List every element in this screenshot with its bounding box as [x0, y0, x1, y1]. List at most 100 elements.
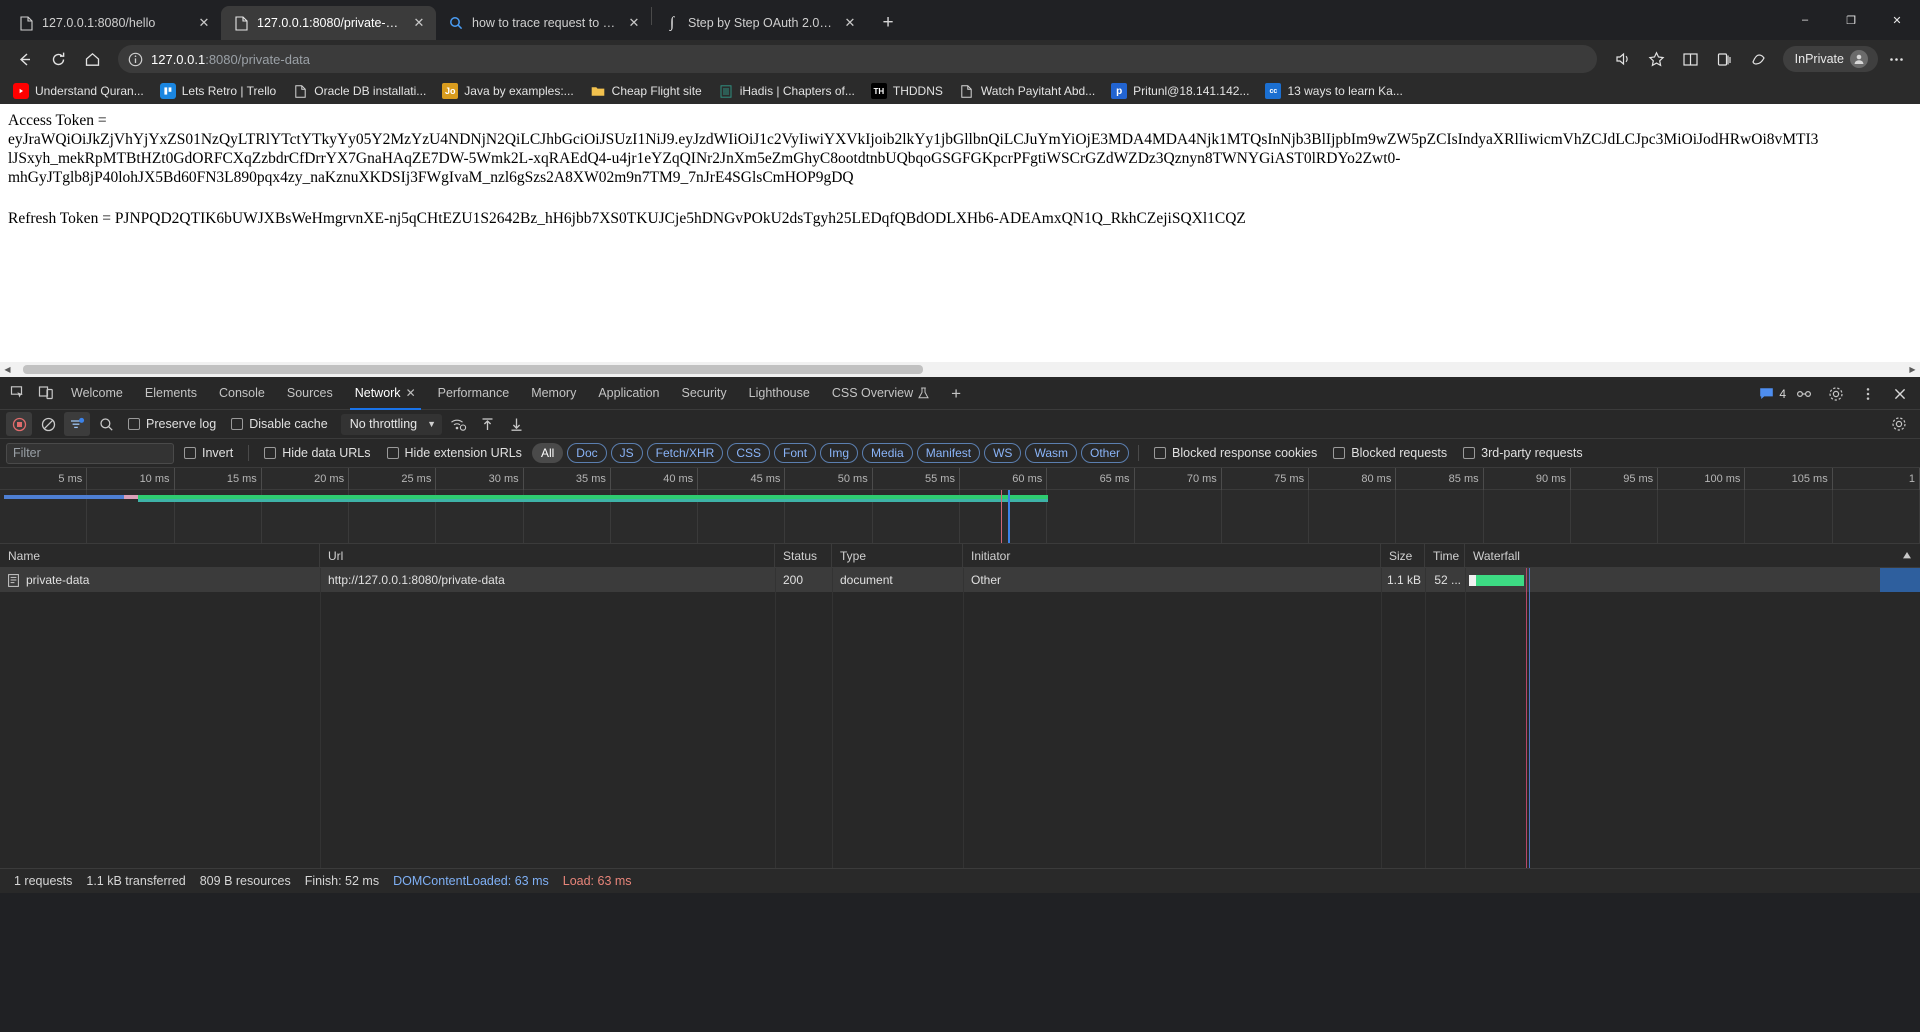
issues-counter[interactable]: 4 — [1759, 387, 1786, 401]
filter-type-fetch-xhr[interactable]: Fetch/XHR — [646, 443, 724, 463]
close-icon[interactable]: ✕ — [410, 14, 428, 32]
column-header-size[interactable]: Size — [1381, 544, 1425, 567]
devtools-tab-network[interactable]: Network ✕ — [344, 377, 427, 410]
home-button[interactable] — [76, 43, 108, 75]
split-screen-icon[interactable] — [1675, 43, 1707, 75]
close-icon[interactable] — [1886, 380, 1914, 408]
address-bar[interactable]: 127.0.0.1:8080/private-data — [118, 45, 1597, 73]
scrollbar-track[interactable] — [15, 362, 1905, 377]
filter-type-font[interactable]: Font — [774, 443, 817, 463]
filter-icon[interactable] — [64, 412, 90, 436]
checkbox-box[interactable] — [1333, 447, 1346, 459]
column-header-url[interactable]: Url — [320, 544, 775, 567]
checkbox-box[interactable] — [264, 447, 277, 459]
hide-data-urls-checkbox[interactable]: Hide data URLs — [258, 446, 376, 460]
column-header-name[interactable]: Name — [0, 544, 320, 567]
table-row[interactable]: private-data http://127.0.0.1:8080/priva… — [0, 568, 1920, 592]
info-icon[interactable] — [128, 52, 143, 67]
checkbox-box[interactable] — [231, 418, 244, 430]
checkbox-box[interactable] — [386, 447, 399, 459]
inprivate-badge[interactable]: InPrivate — [1782, 46, 1878, 72]
column-header-time[interactable]: Time — [1425, 544, 1465, 567]
page-horizontal-scrollbar[interactable]: ◀ ▶ — [0, 362, 1920, 377]
devtools-tab-performance[interactable]: Performance — [427, 377, 521, 410]
minimize-button[interactable]: – — [1782, 0, 1828, 40]
devtools-tab-lighthouse[interactable]: Lighthouse — [738, 377, 821, 410]
devtools-tab-sources[interactable]: Sources — [276, 377, 344, 410]
wifi-settings-icon[interactable] — [445, 412, 471, 436]
invert-checkbox[interactable]: Invert — [178, 446, 239, 460]
disable-cache-checkbox[interactable]: Disable cache — [225, 417, 334, 431]
network-settings-gear-icon[interactable] — [1886, 412, 1912, 436]
bookmark-understand-quran[interactable]: Understand Quran... — [6, 80, 151, 102]
bookmark-lets-retro-trello[interactable]: Lets Retro | Trello — [153, 80, 284, 102]
devtools-tab-welcome[interactable]: Welcome — [60, 377, 134, 410]
preserve-log-checkbox[interactable]: Preserve log — [122, 417, 222, 431]
devices-icon[interactable] — [1790, 380, 1818, 408]
overview-canvas[interactable] — [0, 490, 1920, 543]
browser-tab-hello[interactable]: 127.0.0.1:8080/hello ✕ — [6, 6, 221, 40]
filter-type-other[interactable]: Other — [1081, 443, 1130, 463]
close-window-button[interactable]: ✕ — [1874, 0, 1920, 40]
filter-type-manifest[interactable]: Manifest — [916, 443, 981, 463]
column-header-waterfall[interactable]: Waterfall — [1465, 544, 1920, 567]
close-icon[interactable]: ✕ — [195, 14, 213, 32]
scroll-right-icon[interactable]: ▶ — [1905, 362, 1920, 377]
clear-icon[interactable] — [35, 412, 61, 436]
inspect-element-icon[interactable] — [4, 379, 32, 407]
back-button[interactable] — [8, 43, 40, 75]
ellipsis-icon[interactable] — [1880, 43, 1912, 75]
close-icon[interactable]: ✕ — [625, 14, 643, 32]
filter-type-media[interactable]: Media — [862, 443, 913, 463]
filter-type-doc[interactable]: Doc — [567, 443, 607, 463]
devtools-tab-memory[interactable]: Memory — [520, 377, 587, 410]
third-party-requests-checkbox[interactable]: 3rd-party requests — [1457, 446, 1588, 460]
devtools-tab-elements[interactable]: Elements — [134, 377, 208, 410]
filter-type-css[interactable]: CSS — [727, 443, 771, 463]
sort-asc-icon[interactable] — [1902, 551, 1912, 560]
search-icon[interactable] — [93, 412, 119, 436]
filter-type-all[interactable]: All — [531, 443, 564, 463]
devtools-tab-css-overview[interactable]: CSS Overview — [821, 377, 940, 410]
new-tab-button[interactable]: + — [873, 8, 903, 38]
blocked-requests-checkbox[interactable]: Blocked requests — [1327, 446, 1453, 460]
throttling-select[interactable]: No throttling ▼ — [340, 413, 443, 435]
devtools-tab-security[interactable]: Security — [671, 377, 738, 410]
request-name-cell[interactable]: private-data — [0, 568, 320, 592]
filter-type-wasm[interactable]: Wasm — [1025, 443, 1077, 463]
bookmark-13-ways-to-learn-ka[interactable]: cc 13 ways to learn Ka... — [1258, 80, 1409, 102]
browser-tab-search[interactable]: how to trace request to /oauth2/ ✕ — [436, 6, 651, 40]
browser-tab-oauth-article[interactable]: ∫ Step by Step OAuth 2.0 Authoriz ✕ — [652, 6, 867, 40]
filter-type-ws[interactable]: WS — [984, 443, 1022, 463]
bookmark-ihadis[interactable]: iHadis | Chapters of... — [711, 80, 862, 102]
devtools-tab-console[interactable]: Console — [208, 377, 276, 410]
record-stop-icon[interactable] — [6, 412, 32, 436]
bookmark-pritunl[interactable]: p Pritunl@18.141.142... — [1104, 80, 1256, 102]
bookmark-oracle-db[interactable]: Oracle DB installati... — [285, 80, 433, 102]
bookmark-cheap-flight-site[interactable]: Cheap Flight site — [583, 80, 709, 102]
column-header-status[interactable]: Status — [775, 544, 832, 567]
checkbox-box[interactable] — [128, 418, 140, 430]
refresh-button[interactable] — [42, 43, 74, 75]
download-icon[interactable] — [503, 412, 529, 436]
maximize-button[interactable]: ❐ — [1828, 0, 1874, 40]
close-icon[interactable]: ✕ — [841, 14, 859, 32]
filter-input[interactable]: Filter — [6, 442, 174, 464]
checkbox-box[interactable] — [184, 447, 196, 459]
filter-type-img[interactable]: Img — [820, 443, 859, 463]
scroll-left-icon[interactable]: ◀ — [0, 362, 15, 377]
blocked-response-cookies-checkbox[interactable]: Blocked response cookies — [1148, 446, 1323, 460]
more-panels-button[interactable]: + — [940, 377, 972, 410]
bookmark-watch-payitaht[interactable]: Watch Payitaht Abd... — [952, 80, 1102, 102]
read-aloud-icon[interactable] — [1607, 43, 1639, 75]
hide-extension-urls-checkbox[interactable]: Hide extension URLs — [381, 446, 528, 460]
star-icon[interactable] — [1641, 43, 1673, 75]
bookmark-thddns[interactable]: TH THDDNS — [864, 80, 950, 102]
close-icon[interactable]: ✕ — [406, 386, 416, 400]
browser-tab-private-data[interactable]: 127.0.0.1:8080/private-data ✕ — [221, 6, 436, 40]
checkbox-box[interactable] — [1463, 447, 1476, 459]
column-header-type[interactable]: Type — [832, 544, 963, 567]
scrollbar-thumb[interactable] — [23, 365, 923, 374]
collections-icon[interactable] — [1709, 43, 1741, 75]
kebab-icon[interactable] — [1854, 380, 1882, 408]
